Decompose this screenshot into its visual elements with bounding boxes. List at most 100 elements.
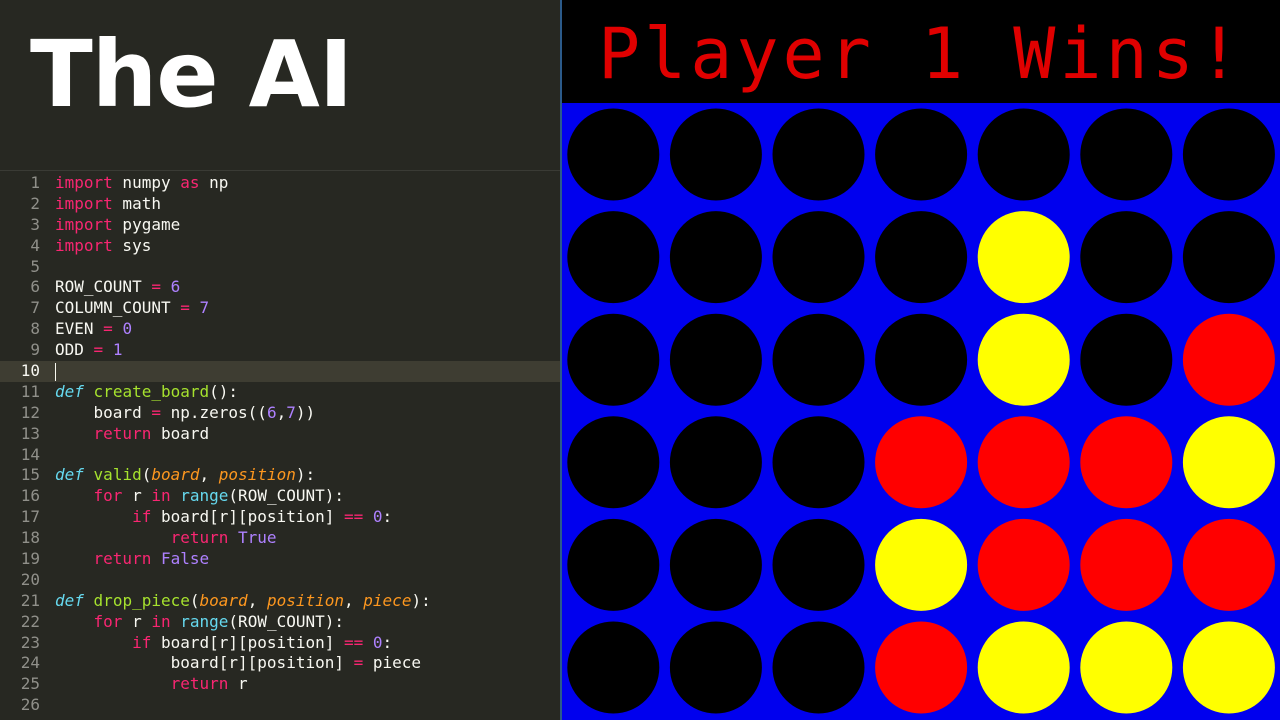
empty-slot: [669, 416, 762, 509]
code-line[interactable]: 7 COLUMN_COUNT = 7: [0, 298, 560, 319]
line-number: 8: [30, 319, 40, 339]
code-text: ROW_COUNT = 6: [55, 277, 181, 297]
code-text: import numpy as np: [55, 173, 229, 192]
line-number: 2: [30, 193, 40, 213]
code-line[interactable]: 24 board[r][position] = piece: [0, 653, 560, 674]
code-text: return True: [170, 528, 277, 548]
code-text: def drop_piece(board, position, piece):: [55, 590, 431, 610]
line-number: 4: [30, 235, 40, 255]
line-number: 6: [30, 277, 40, 297]
code-line[interactable]: 25 return r: [0, 674, 560, 695]
code-text: for r in range(ROW_COUNT):: [93, 611, 345, 631]
win-message: Player 1 Wins!: [597, 13, 1244, 95]
empty-slot: [875, 211, 968, 304]
code-text: return board: [93, 423, 210, 443]
code-text: return r: [170, 674, 248, 694]
line-number: 14: [20, 444, 40, 464]
code-line[interactable]: 23 if board[r][position] == 0:: [0, 633, 560, 654]
line-number: 7: [30, 298, 40, 318]
player2-piece: [1080, 621, 1173, 714]
code-text: import sys: [55, 235, 152, 255]
empty-slot: [772, 416, 865, 509]
code-line[interactable]: 15 def valid(board, position):: [0, 465, 560, 486]
line-number: 18: [20, 528, 40, 548]
code-text: board = np.zeros((6,7)): [55, 402, 316, 422]
line-number: 11: [20, 381, 40, 401]
line-number: 16: [20, 486, 40, 506]
code-text: if board[r][position] == 0:: [132, 507, 393, 527]
code-line[interactable]: 22 for r in range(ROW_COUNT):: [0, 612, 560, 633]
code-line[interactable]: 26: [0, 695, 560, 716]
empty-slot: [567, 621, 660, 714]
code-line[interactable]: 8 EVEN = 0: [0, 319, 560, 340]
code-line[interactable]: 21 def drop_piece(board, position, piece)…: [0, 591, 560, 612]
player1-piece: [977, 416, 1070, 509]
code-line[interactable]: 9 ODD = 1: [0, 340, 560, 361]
code-line[interactable]: 12 board = np.zeros((6,7)): [0, 403, 560, 424]
game-board[interactable]: [562, 103, 1280, 720]
line-number: 5: [30, 256, 40, 276]
code-line[interactable]: 17 if board[r][position] == 0:: [0, 507, 560, 528]
line-number: 9: [30, 340, 40, 360]
code-line[interactable]: 4 import sys: [0, 236, 560, 257]
empty-slot: [1080, 108, 1173, 201]
code-line[interactable]: 3 import pygame: [0, 215, 560, 236]
line-number: 15: [20, 465, 40, 485]
code-line[interactable]: 5: [0, 257, 560, 278]
code-line[interactable]: 11 def create_board():: [0, 382, 560, 403]
divider: [0, 170, 560, 171]
game-window: Player 1 Wins!: [562, 0, 1280, 720]
code-line[interactable]: 13 return board: [0, 424, 560, 445]
code-line[interactable]: 10: [0, 361, 560, 382]
empty-slot: [875, 313, 968, 406]
empty-slot: [567, 518, 660, 611]
code-text: import math: [55, 193, 161, 213]
code-text: [55, 361, 56, 381]
player2-piece: [875, 518, 968, 611]
code-text: import pygame: [55, 214, 181, 234]
line-number: 13: [20, 423, 40, 443]
player1-piece: [977, 518, 1070, 611]
code-line[interactable]: 18 return True: [0, 528, 560, 549]
line-number: 21: [20, 590, 40, 610]
player2-piece: [977, 313, 1070, 406]
player2-piece: [977, 621, 1070, 714]
empty-slot: [1182, 211, 1275, 304]
code-editor[interactable]: 1 import numpy as np 2 import math 3 import p…: [0, 173, 560, 716]
empty-slot: [772, 518, 865, 611]
code-line[interactable]: 16 for r in range(ROW_COUNT):: [0, 486, 560, 507]
empty-slot: [772, 621, 865, 714]
player1-piece: [875, 621, 968, 714]
code-text: for r in range(ROW_COUNT):: [93, 486, 345, 506]
empty-slot: [567, 313, 660, 406]
code-line[interactable]: 1 import numpy as np: [0, 173, 560, 194]
empty-slot: [669, 108, 762, 201]
code-text: return False: [93, 549, 210, 569]
empty-slot: [977, 108, 1070, 201]
line-number: 23: [20, 632, 40, 652]
player1-piece: [1182, 518, 1275, 611]
empty-slot: [772, 108, 865, 201]
line-number: 10: [20, 361, 40, 381]
empty-slot: [1080, 211, 1173, 304]
empty-slot: [875, 108, 968, 201]
player1-piece: [1182, 313, 1275, 406]
empty-slot: [567, 108, 660, 201]
line-number: 22: [20, 611, 40, 631]
empty-slot: [1182, 108, 1275, 201]
code-text: def valid(board, position):: [55, 465, 316, 485]
code-text: COLUMN_COUNT = 7: [55, 298, 210, 318]
player2-piece: [1182, 621, 1275, 714]
code-line[interactable]: 14: [0, 445, 560, 466]
code-text: EVEN = 0: [55, 319, 133, 339]
text-cursor: [55, 362, 56, 381]
empty-slot: [669, 313, 762, 406]
empty-slot: [772, 211, 865, 304]
code-text: if board[r][position] == 0:: [132, 632, 393, 652]
code-line[interactable]: 20: [0, 570, 560, 591]
code-line[interactable]: 2 import math: [0, 194, 560, 215]
editor-panel: The AI 1 import numpy as np 2 import math 3 i…: [0, 0, 560, 720]
player2-piece: [1182, 416, 1275, 509]
code-line[interactable]: 6 ROW_COUNT = 6: [0, 277, 560, 298]
code-line[interactable]: 19 return False: [0, 549, 560, 570]
